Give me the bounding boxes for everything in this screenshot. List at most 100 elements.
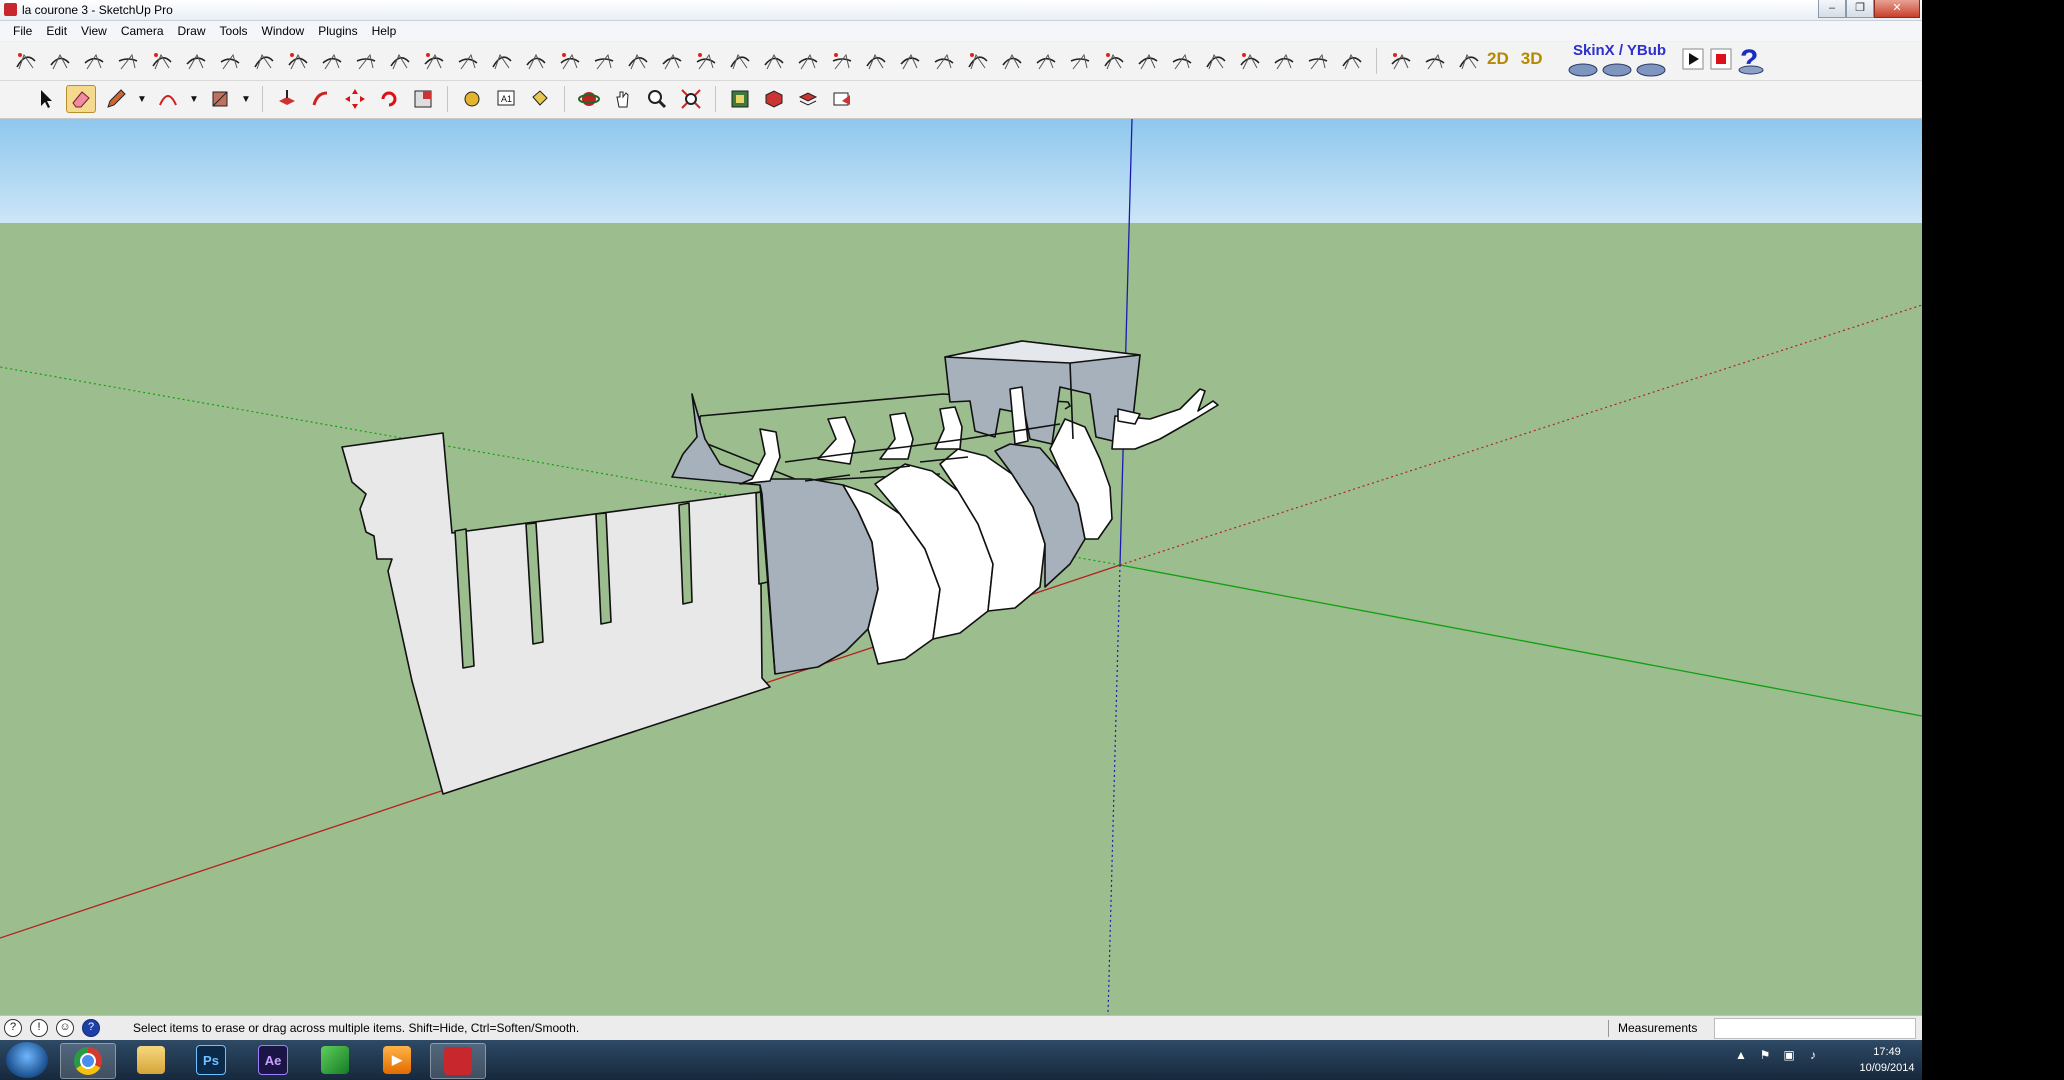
zoom-icon[interactable] bbox=[643, 86, 671, 112]
chamfer-tool-icon[interactable] bbox=[420, 48, 448, 74]
layer-tool-icon[interactable] bbox=[964, 48, 992, 74]
zoom-extents-icon[interactable] bbox=[677, 86, 705, 112]
section-tool-icon[interactable] bbox=[1338, 48, 1366, 74]
help-icon[interactable]: ? bbox=[1736, 44, 1766, 76]
3d-warehouse-icon[interactable] bbox=[760, 86, 788, 112]
roof-tool-icon[interactable] bbox=[1236, 48, 1264, 74]
taskbar-media-player[interactable]: ▶ bbox=[370, 1043, 424, 1077]
dome-tool-icon[interactable] bbox=[1304, 48, 1332, 74]
taskbar-green-app[interactable] bbox=[308, 1043, 362, 1077]
menu-file[interactable]: File bbox=[6, 21, 39, 41]
components-icon[interactable] bbox=[726, 86, 754, 112]
follow-me-icon[interactable] bbox=[307, 86, 335, 112]
modeling-viewport[interactable] bbox=[0, 119, 1922, 1015]
lines-tool-icon[interactable] bbox=[1032, 48, 1060, 74]
volume-icon[interactable]: ♪ bbox=[1806, 1048, 1820, 1062]
eraser-icon[interactable] bbox=[66, 85, 96, 113]
select-arrow-icon[interactable] bbox=[32, 86, 60, 112]
taskbar-photoshop[interactable]: Ps bbox=[184, 1043, 238, 1077]
shape-tool-icon[interactable] bbox=[148, 48, 176, 74]
skinx-surface-icon-1[interactable] bbox=[1568, 60, 1598, 78]
pan-icon[interactable] bbox=[609, 86, 637, 112]
arrow-tool-icon[interactable] bbox=[692, 48, 720, 74]
dropdown-arrow-icon[interactable]: ▼ bbox=[240, 94, 252, 105]
menu-window[interactable]: Window bbox=[255, 21, 312, 41]
taskbar-explorer[interactable] bbox=[124, 1043, 178, 1077]
pipe-tool-icon[interactable] bbox=[930, 48, 958, 74]
taskbar-chrome[interactable] bbox=[60, 1043, 116, 1079]
loft-tool-icon[interactable] bbox=[522, 48, 550, 74]
menu-plugins[interactable]: Plugins bbox=[311, 21, 364, 41]
arc-point-tool-icon[interactable] bbox=[1387, 48, 1415, 74]
cut-tool-icon[interactable] bbox=[114, 48, 142, 74]
instructor-help-icon[interactable]: ? bbox=[82, 1019, 100, 1037]
sphere-tool-icon[interactable] bbox=[284, 48, 312, 74]
maximize-button[interactable]: ❐ bbox=[1846, 0, 1874, 18]
net-tool-icon[interactable] bbox=[1100, 48, 1128, 74]
dropdown-arrow-icon[interactable]: ▼ bbox=[188, 94, 200, 105]
stop-icon[interactable] bbox=[1710, 48, 1732, 70]
rotate-icon[interactable] bbox=[375, 86, 403, 112]
taskbar-sketchup[interactable] bbox=[430, 1043, 486, 1079]
bezier-tool-icon[interactable] bbox=[318, 48, 346, 74]
view-3d-button[interactable]: 3D bbox=[1521, 49, 1543, 69]
tape-measure-icon[interactable] bbox=[458, 86, 486, 112]
fan-tool-icon[interactable] bbox=[1270, 48, 1298, 74]
dropdown-arrow-icon[interactable]: ▼ bbox=[136, 94, 148, 105]
grid-tool-icon[interactable] bbox=[590, 48, 618, 74]
comb-tool-icon[interactable] bbox=[556, 48, 584, 74]
dotted-tool-icon[interactable] bbox=[862, 48, 890, 74]
tray-expand-icon[interactable]: ▲ bbox=[1734, 1048, 1748, 1062]
shell-tool-icon[interactable] bbox=[658, 48, 686, 74]
cylinder-tool-icon[interactable] bbox=[250, 48, 278, 74]
curve-offset-tool-icon[interactable] bbox=[454, 48, 482, 74]
menu-draw[interactable]: Draw bbox=[171, 21, 213, 41]
menu-view[interactable]: View bbox=[74, 21, 114, 41]
arc-icon[interactable] bbox=[154, 86, 182, 112]
strips-tool-icon[interactable] bbox=[1066, 48, 1094, 74]
measurements-input[interactable] bbox=[1714, 1018, 1916, 1039]
push-pull-icon[interactable] bbox=[273, 86, 301, 112]
menu-help[interactable]: Help bbox=[365, 21, 404, 41]
pattern-tool-icon[interactable] bbox=[896, 48, 924, 74]
weave-tool-icon[interactable] bbox=[1168, 48, 1196, 74]
user-icon[interactable]: ☺ bbox=[56, 1019, 74, 1037]
speech-tool-icon[interactable] bbox=[1455, 48, 1483, 74]
start-button[interactable] bbox=[6, 1042, 48, 1078]
paint-bucket-icon[interactable] bbox=[526, 86, 554, 112]
credits-icon[interactable]: ! bbox=[30, 1019, 48, 1037]
vault-tool-icon[interactable] bbox=[624, 48, 652, 74]
minimize-button[interactable]: – bbox=[1818, 0, 1846, 18]
skinx-surface-icon-3[interactable] bbox=[1636, 60, 1666, 78]
network-icon[interactable]: ▣ bbox=[1782, 1048, 1796, 1062]
close-button[interactable]: ✕ bbox=[1874, 0, 1920, 18]
geo-location-icon[interactable]: ? bbox=[4, 1019, 22, 1037]
cloud-tool-icon[interactable] bbox=[182, 48, 210, 74]
mesh-tool-icon[interactable] bbox=[998, 48, 1026, 74]
view-2d-button[interactable]: 2D bbox=[1487, 49, 1509, 69]
arch-tool-icon[interactable] bbox=[488, 48, 516, 74]
tile-tool-icon[interactable] bbox=[1134, 48, 1162, 74]
action-center-icon[interactable]: ⚑ bbox=[1758, 1048, 1772, 1062]
curve-tool-icon[interactable] bbox=[46, 48, 74, 74]
pencil-icon[interactable] bbox=[102, 86, 130, 112]
share-model-icon[interactable] bbox=[828, 86, 856, 112]
rectangle-icon[interactable] bbox=[206, 86, 234, 112]
menu-camera[interactable]: Camera bbox=[114, 21, 171, 41]
taskbar-after-effects[interactable]: Ae bbox=[246, 1043, 300, 1077]
stairs-tool-icon[interactable] bbox=[726, 48, 754, 74]
stripes-tool-icon[interactable] bbox=[760, 48, 788, 74]
fillet-tool-icon[interactable] bbox=[386, 48, 414, 74]
skinx-surface-icon-2[interactable] bbox=[1602, 60, 1632, 78]
play-icon[interactable] bbox=[1682, 48, 1704, 70]
clock[interactable]: 17:49 10/09/2014 bbox=[1855, 1044, 1919, 1076]
corner-tool-icon[interactable] bbox=[352, 48, 380, 74]
ramp-tool-icon[interactable] bbox=[1202, 48, 1230, 74]
extension-warehouse-icon[interactable] bbox=[794, 86, 822, 112]
rotate-tool-icon[interactable] bbox=[12, 48, 40, 74]
scale-icon[interactable] bbox=[409, 86, 437, 112]
wire-tool-icon[interactable] bbox=[828, 48, 856, 74]
spiral-tool-icon[interactable] bbox=[216, 48, 244, 74]
hatch-tool-icon[interactable] bbox=[794, 48, 822, 74]
menu-edit[interactable]: Edit bbox=[39, 21, 74, 41]
